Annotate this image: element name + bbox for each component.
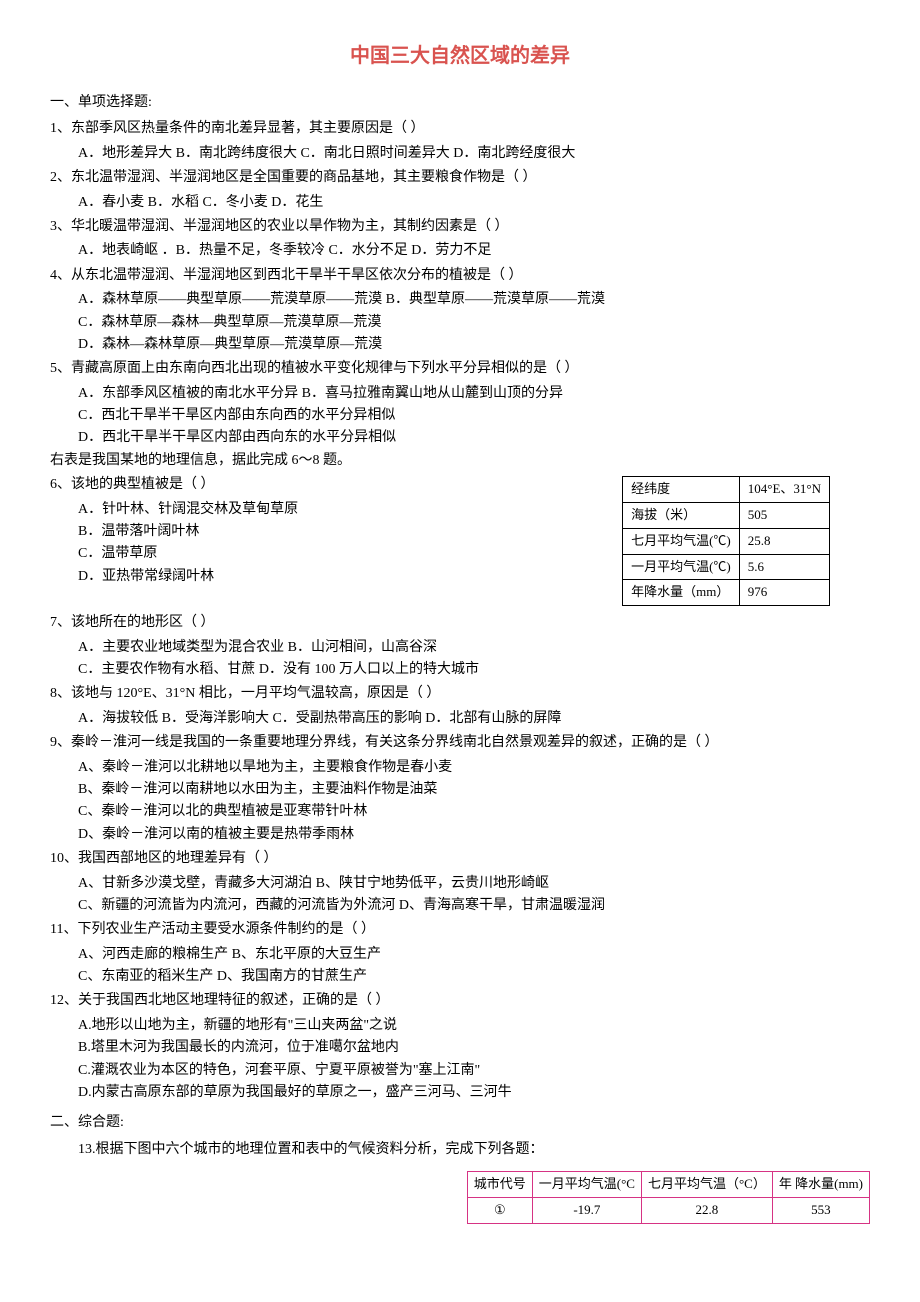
question-10: 10、我国西部地区的地理差异有（ ）: [50, 848, 870, 870]
table-cell: 年降水量（mm）: [623, 580, 740, 606]
question-2-options: A．春小麦 B．水稻 C．冬小麦 D．花生: [78, 192, 870, 214]
question-5: 5、青藏高原面上由东南向西北出现的植被水平变化规律与下列水平分异相似的是（ ）: [50, 358, 870, 380]
section-1-heading: 一、单项选择题:: [50, 92, 870, 114]
question-1: 1、东部季风区热量条件的南北差异显著，其主要原因是（ ）: [50, 118, 870, 140]
question-12-option-b: B.塔里木河为我国最长的内流河，位于准噶尔盆地内: [78, 1037, 870, 1059]
question-3: 3、华北暖温带湿润、半湿润地区的农业以旱作物为主，其制约因素是（ ）: [50, 216, 870, 238]
table-header: 城市代号: [467, 1172, 532, 1198]
section-2-heading: 二、综合题:: [50, 1112, 870, 1134]
table-cell: 553: [772, 1198, 869, 1224]
question-9-option-a: A、秦岭－淮河以北耕地以旱地为主，主要粮食作物是春小麦: [78, 757, 870, 779]
question-13: 13.根据下图中六个城市的地理位置和表中的气候资料分析，完成下列各题：: [78, 1139, 870, 1161]
question-4-option-d: D．森林—森林草原—典型草原—荒漠草原—荒漠: [78, 334, 870, 356]
table-cell: 七月平均气温(℃): [623, 528, 740, 554]
table-row: 一月平均气温(℃)5.6: [623, 554, 830, 580]
table-cell: 505: [739, 503, 829, 529]
question-8-options: A．海拔较低 B．受海洋影响大 C．受副热带高压的影响 D．北部有山脉的屏障: [78, 708, 870, 730]
question-1-options: A．地形差异大 B．南北跨纬度很大 C．南北日照时间差异大 D．南北跨经度很大: [78, 143, 870, 165]
question-9-option-d: D、秦岭－淮河以南的植被主要是热带季雨林: [78, 824, 870, 846]
question-11-option-a: A、河西走廊的粮棉生产 B、东北平原的大豆生产: [78, 944, 870, 966]
question-9: 9、秦岭－淮河一线是我国的一条重要地理分界线，有关这条分界线南北自然景观差异的叙…: [50, 732, 870, 754]
table-row: ① -19.7 22.8 553: [467, 1198, 869, 1224]
question-7: 7、该地所在的地形区（ ）: [50, 612, 870, 634]
question-12: 12、关于我国西北地区地理特征的叙述，正确的是（ ）: [50, 990, 870, 1012]
question-12-option-d: D.内蒙古高原东部的草原为我国最好的草原之一，盛产三河马、三河牛: [78, 1082, 870, 1104]
table-intro: 右表是我国某地的地理信息，据此完成 6～8 题。: [50, 450, 870, 472]
table-cell: 5.6: [739, 554, 829, 580]
table-row: 城市代号 一月平均气温(°C 七月平均气温（°C） 年 降水量(mm): [467, 1172, 869, 1198]
table-cell: -19.7: [532, 1198, 641, 1224]
question-12-option-a: A.地形以山地为主，新疆的地形有"三山夹两盆"之说: [78, 1015, 870, 1037]
question-10-option-c: C、新疆的河流皆为内流河，西藏的河流皆为外流河 D、青海高寒干旱，甘肃温暖湿润: [78, 895, 870, 917]
question-4-option-a: A．森林草原——典型草原——荒漠草原——荒漠 B．典型草原——荒漠草原——荒漠: [78, 289, 870, 311]
table-cell: 976: [739, 580, 829, 606]
table-cell: 22.8: [641, 1198, 772, 1224]
question-4-option-c: C．森林草原—森林—典型草原—荒漠草原—荒漠: [78, 312, 870, 334]
question-4: 4、从东北温带湿润、半湿润地区到西北干旱半干旱区依次分布的植被是（ ）: [50, 265, 870, 287]
question-12-option-c: C.灌溉农业为本区的特色，河套平原、宁夏平原被誉为"塞上江南": [78, 1060, 870, 1082]
climate-data-table: 城市代号 一月平均气温(°C 七月平均气温（°C） 年 降水量(mm) ① -1…: [467, 1171, 870, 1224]
table-cell: 25.8: [739, 528, 829, 554]
table-header: 七月平均气温（°C）: [641, 1172, 772, 1198]
table-header: 年 降水量(mm): [772, 1172, 869, 1198]
table-header: 一月平均气温(°C: [532, 1172, 641, 1198]
question-5-option-d: D．西北干旱半干旱区内部由西向东的水平分异相似: [78, 427, 870, 449]
question-5-option-a: A．东部季风区植被的南北水平分异 B．喜马拉雅南翼山地从山麓到山顶的分异: [78, 383, 870, 405]
question-7-option-a: A．主要农业地域类型为混合农业 B．山河相间，山高谷深: [78, 637, 870, 659]
question-5-option-c: C．西北干旱半干旱区内部由东向西的水平分异相似: [78, 405, 870, 427]
question-2: 2、东北温带湿润、半湿润地区是全国重要的商品基地，其主要粮食作物是（ ）: [50, 167, 870, 189]
table-cell: ①: [467, 1198, 532, 1224]
question-9-option-b: B、秦岭－淮河以南耕地以水田为主，主要油料作物是油菜: [78, 779, 870, 801]
question-9-option-c: C、秦岭－淮河以北的典型植被是亚寒带针叶林: [78, 801, 870, 823]
question-11-option-c: C、东南亚的稻米生产 D、我国南方的甘蔗生产: [78, 966, 870, 988]
table-row: 年降水量（mm）976: [623, 580, 830, 606]
table-row: 海拔（米）505: [623, 503, 830, 529]
question-8: 8、该地与 120°E、31°N 相比，一月平均气温较高，原因是（ ）: [50, 683, 870, 705]
question-6: 6、该地的典型植被是（ ）: [50, 474, 870, 496]
question-7-option-c: C．主要农作物有水稻、甘蔗 D．没有 100 万人口以上的特大城市: [78, 659, 870, 681]
table-row: 七月平均气温(℃)25.8: [623, 528, 830, 554]
question-3-options: A．地表崎岖 ．B．热量不足，冬季较冷 C．水分不足 D．劳力不足: [78, 240, 870, 262]
table-cell: 海拔（米）: [623, 503, 740, 529]
question-11: 11、下列农业生产活动主要受水源条件制约的是（ ）: [50, 919, 870, 941]
document-title: 中国三大自然区域的差异: [50, 40, 870, 72]
table-cell: 一月平均气温(℃): [623, 554, 740, 580]
question-10-option-a: A、甘新多沙漠戈壁，青藏多大河湖泊 B、陕甘宁地势低平，云贵川地形崎岖: [78, 873, 870, 895]
